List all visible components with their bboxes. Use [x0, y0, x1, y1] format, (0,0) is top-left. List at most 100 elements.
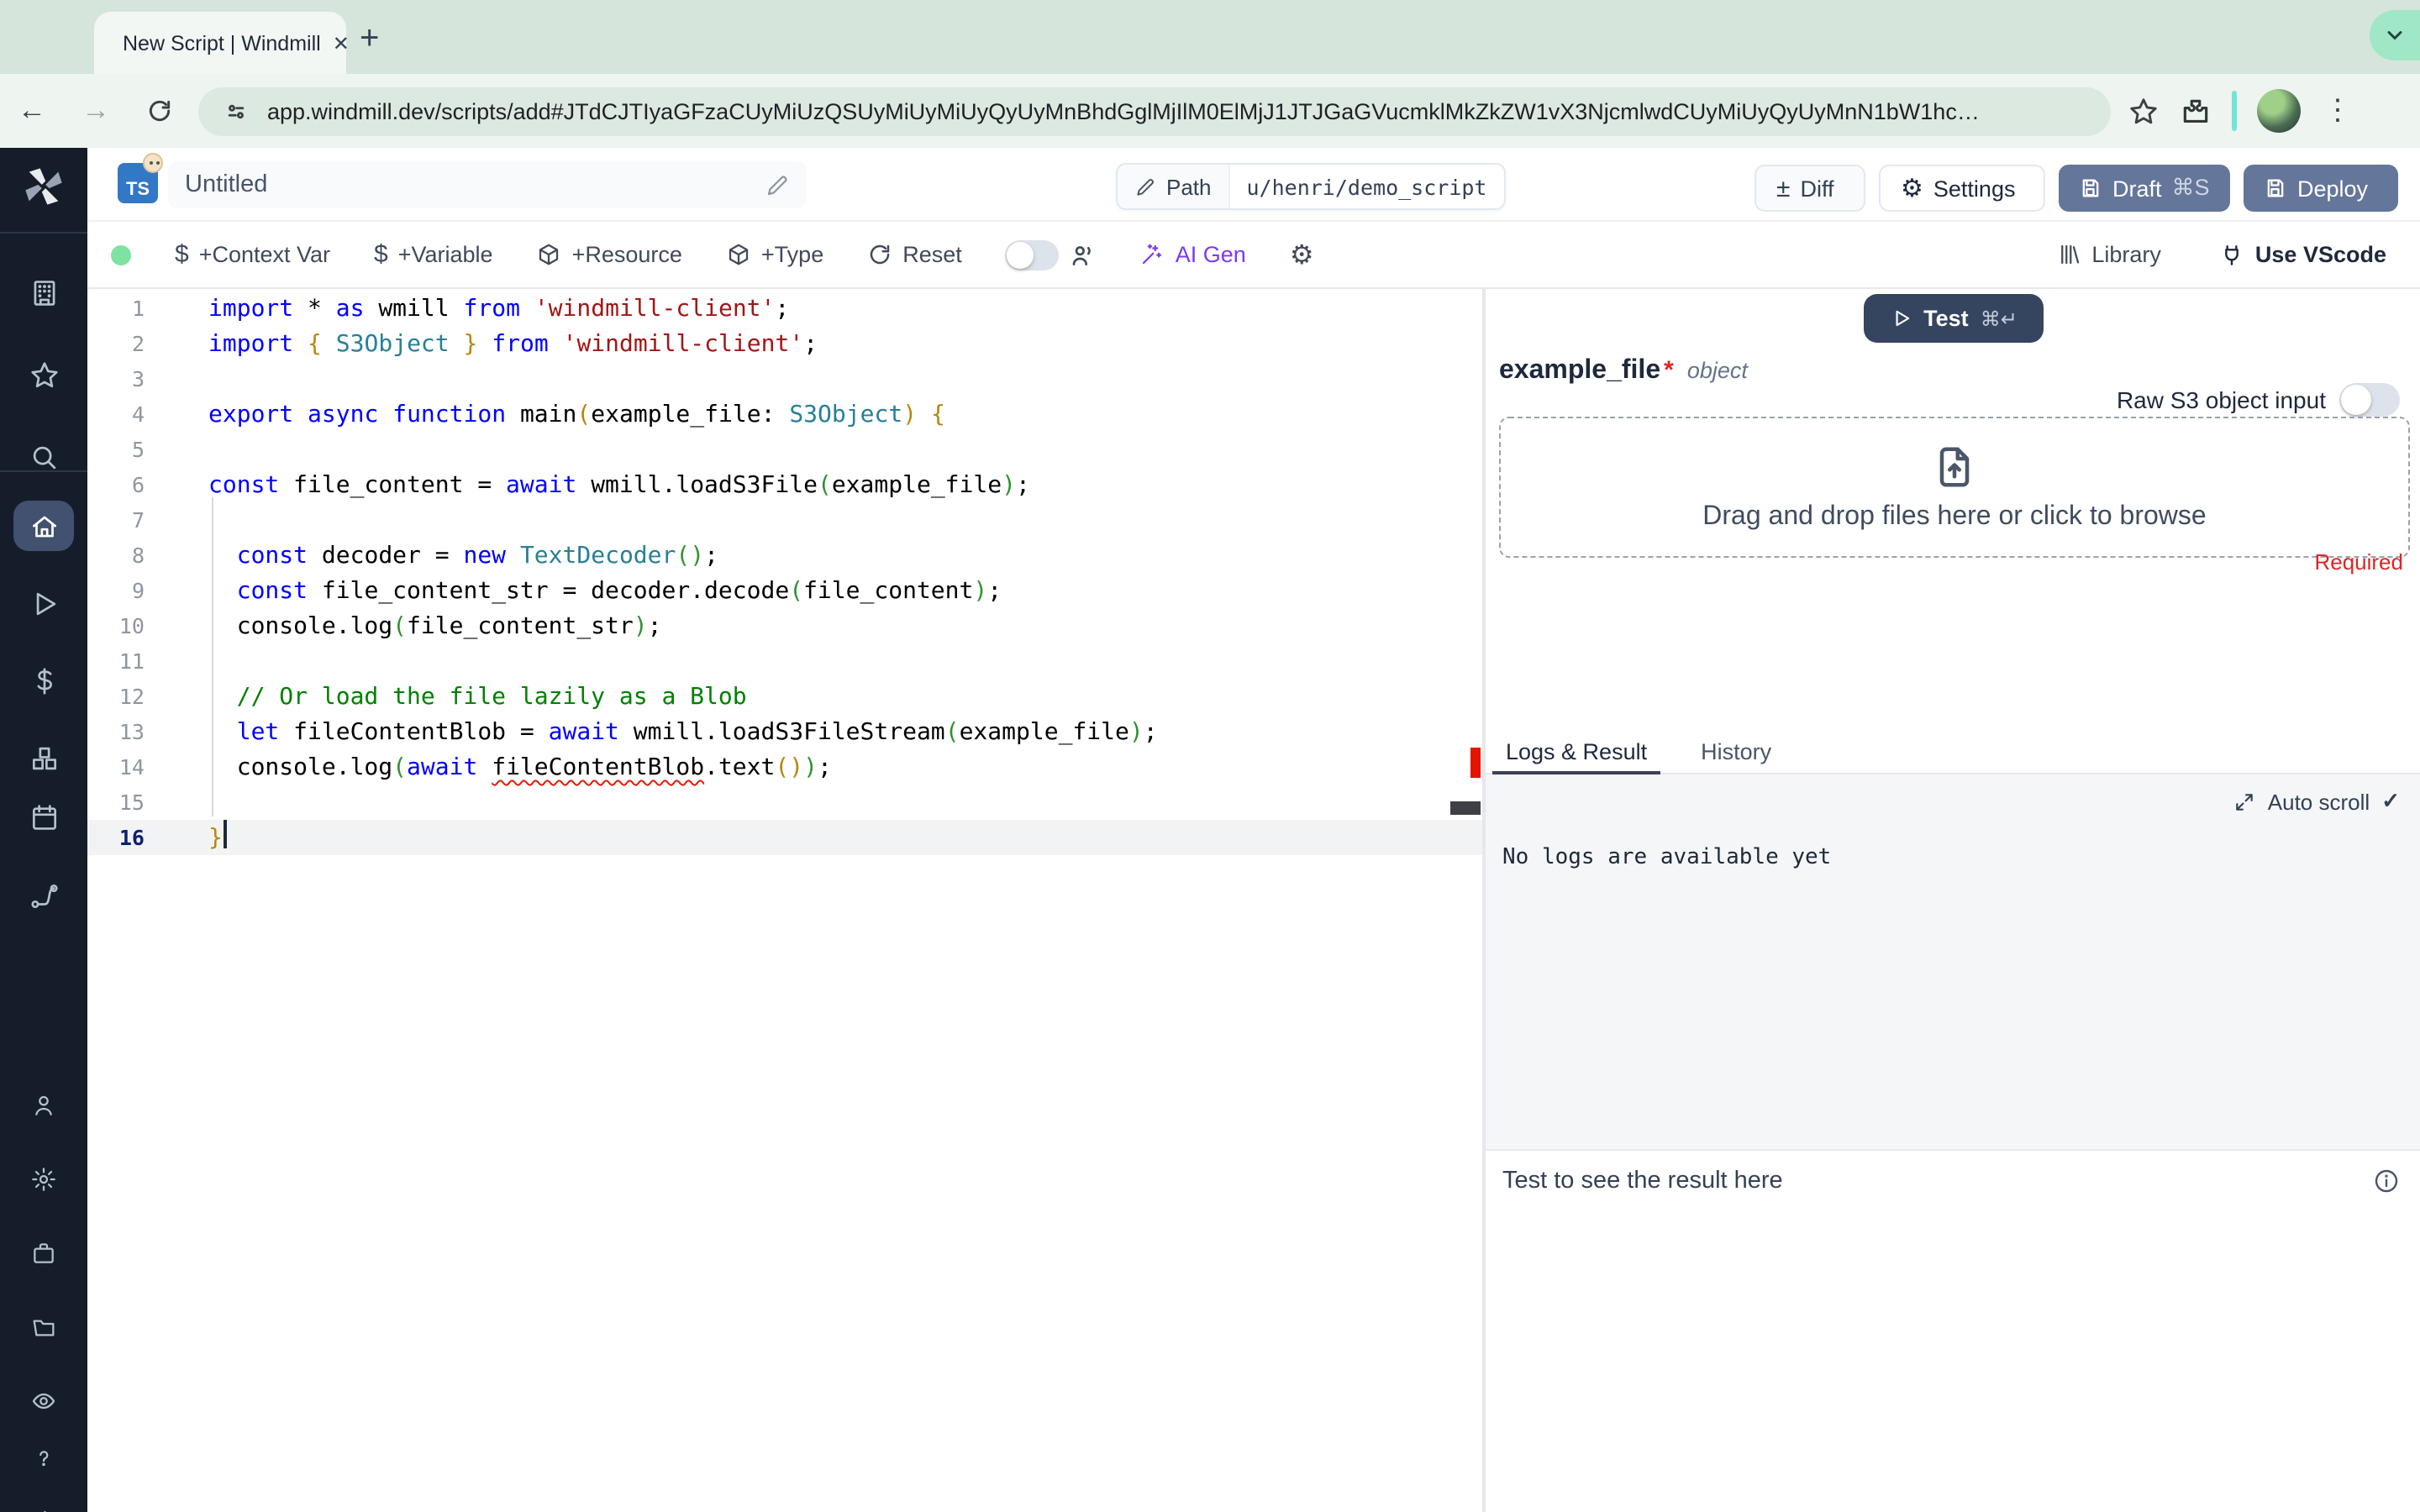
code-line[interactable]: 7 — [87, 502, 1482, 538]
code-line[interactable]: 16} — [87, 820, 1482, 855]
code-line[interactable]: 13 let fileContentBlob = await wmill.loa… — [87, 714, 1482, 749]
workspace-icon — [33, 280, 55, 305]
line-text: import * as wmill from 'windmill-client'… — [208, 295, 790, 322]
code-line[interactable]: 5 — [87, 432, 1482, 467]
url-text: app.windmill.dev/scripts/add#JTdCJTIyaGF… — [267, 98, 1980, 123]
path-label-segment[interactable]: Path — [1118, 165, 1228, 208]
editor-settings-gear-icon[interactable]: ⚙ — [1290, 238, 1314, 271]
reset-button[interactable]: Reset — [867, 242, 962, 267]
scrollbar-thumb[interactable] — [1450, 801, 1481, 815]
code-line[interactable]: 10 console.log(file_content_str); — [87, 608, 1482, 643]
code-line[interactable]: 8 const decoder = new TextDecoder(); — [87, 538, 1482, 573]
info-icon[interactable] — [2373, 1167, 2400, 1194]
dollar-icon: $ — [374, 240, 388, 269]
code-line[interactable]: 2 import { S3Object } from 'windmill-clie… — [87, 326, 1482, 361]
path-control[interactable]: Path u/henri/demo_script — [1116, 163, 1506, 210]
sidebar-item-search[interactable] — [0, 432, 87, 482]
sidebar-item-routes[interactable] — [0, 870, 87, 921]
browser-navigation-bar: ← → app.windmill.dev/scripts/add#JTdCJTI… — [0, 74, 2420, 148]
line-text: export async function main(example_file:… — [208, 401, 945, 428]
settings-button[interactable]: ⚙ Settings — [1879, 165, 2045, 212]
schedules-icon — [31, 804, 56, 829]
sidebar-divider — [0, 232, 87, 234]
file-dropzone[interactable]: Drag and drop files here or click to bro… — [1499, 417, 2410, 558]
sidebar-item-workers[interactable] — [0, 1228, 87, 1278]
line-number: 5 — [131, 437, 145, 462]
library-button[interactable]: Library — [2056, 242, 2161, 267]
deploy-button[interactable]: Deploy — [2244, 165, 2398, 212]
address-bar[interactable]: app.windmill.dev/scripts/add#JTdCJTIyaGF… — [198, 87, 2111, 135]
code-line[interactable]: 12 // Or load the file lazily as a Blob — [87, 679, 1482, 714]
test-button[interactable]: Test ⌘↵ — [1864, 294, 2044, 343]
sidebar-item-favorites[interactable] — [0, 349, 87, 400]
sidebar-item-audit-logs[interactable] — [0, 1376, 87, 1426]
chevron-down-icon — [2387, 31, 2402, 40]
code-line[interactable]: 15 — [87, 785, 1482, 820]
code-editor[interactable]: 1 import * as wmill from 'windmill-client… — [87, 289, 1482, 1512]
sidebar-item-runs[interactable] — [0, 578, 87, 628]
sidebar-item-schedules[interactable] — [0, 791, 87, 842]
line-text: let fileContentBlob = await wmill.loadS3… — [236, 718, 1158, 745]
sidebar-item-user[interactable] — [0, 1080, 87, 1131]
sidebar-group — [0, 501, 87, 783]
required-asterisk: * — [1664, 356, 1674, 385]
script-title-input[interactable]: Untitled — [168, 161, 807, 208]
add-context-var-button[interactable]: $ +Context Var — [175, 240, 330, 269]
multiplayer-toggle[interactable] — [1005, 239, 1097, 270]
code-line[interactable]: 11 — [87, 643, 1482, 679]
profile-separator — [2232, 91, 2237, 131]
bookmark-star-icon[interactable] — [2128, 95, 2160, 127]
live-status-dot — [111, 244, 131, 265]
line-number: 7 — [131, 507, 145, 533]
tab-close-icon[interactable]: ✕ — [333, 31, 350, 55]
code-line[interactable]: 9 const file_content_str = decoder.decod… — [87, 573, 1482, 608]
add-variable-label: +Variable — [397, 242, 493, 267]
code-line[interactable]: 6 const file_content = await wmill.loadS3… — [87, 467, 1482, 502]
sidebar-item-resources[interactable] — [0, 732, 87, 783]
forward-button[interactable]: → — [64, 94, 128, 128]
deploy-label: Deploy — [2297, 176, 2369, 201]
raw-s3-toggle[interactable] — [2339, 383, 2400, 417]
sidebar-item-home[interactable] — [0, 501, 87, 551]
add-resource-button[interactable]: +Resource — [537, 242, 682, 267]
sidebar-item-collapse[interactable] — [0, 1494, 87, 1512]
back-button[interactable]: ← — [0, 94, 64, 128]
code-line[interactable]: 1 import * as wmill from 'windmill-client… — [87, 291, 1482, 326]
avatar[interactable] — [2257, 89, 2301, 133]
draft-button[interactable]: Draft ⌘S — [2059, 165, 2230, 212]
edit-pencil-icon[interactable] — [765, 172, 790, 197]
sidebar-item-settings[interactable] — [0, 1154, 87, 1205]
windmill-logo[interactable] — [22, 165, 66, 208]
use-vscode-button[interactable]: Use VScode — [2218, 241, 2386, 268]
ai-gen-button[interactable]: AI Gen — [1140, 242, 1246, 267]
tab-search-pill[interactable] — [2370, 10, 2420, 60]
toggle-off[interactable] — [1005, 239, 1060, 270]
gear-icon: ⚙ — [1901, 175, 1923, 203]
help-icon — [39, 1451, 49, 1467]
reload-button[interactable] — [128, 97, 192, 124]
sidebar-item-folders[interactable] — [0, 1302, 87, 1352]
collapse-icon — [44, 1510, 46, 1512]
package-icon — [539, 244, 559, 265]
tab-history[interactable]: History — [1697, 731, 1775, 773]
code-line[interactable]: 14 console.log(await fileContentBlob.tex… — [87, 749, 1482, 785]
browser-tab[interactable]: New Script | Windmill ✕ — [94, 12, 350, 74]
sidebar-item-help[interactable] — [0, 1433, 87, 1483]
tab-logs-result[interactable]: Logs & Result — [1491, 731, 1661, 774]
code-line[interactable]: 3 — [87, 361, 1482, 396]
new-tab-button[interactable]: + — [360, 22, 379, 55]
diff-button[interactable]: ± Diff — [1754, 165, 1865, 212]
application-window: New Script | Windmill ✕ + ← → app.windmi… — [0, 0, 2420, 1512]
sidebar-item-variables[interactable] — [0, 655, 87, 706]
sidebar-item-workspace[interactable] — [0, 267, 87, 318]
auto-scroll-control[interactable]: Auto scroll ✓ — [2234, 788, 2400, 815]
add-type-button[interactable]: +Type — [726, 242, 823, 267]
extensions-puzzle-icon[interactable] — [2180, 95, 2212, 127]
favorites-icon — [30, 361, 57, 387]
site-settings-icon — [228, 103, 245, 118]
path-value[interactable]: u/henri/demo_script — [1228, 165, 1504, 208]
browser-menu-button[interactable]: ⋮ — [2321, 94, 2354, 128]
add-variable-button[interactable]: $ +Variable — [374, 240, 493, 269]
code-line[interactable]: 4 export async function main(example_file… — [87, 396, 1482, 432]
settings-label: Settings — [1933, 176, 2016, 201]
